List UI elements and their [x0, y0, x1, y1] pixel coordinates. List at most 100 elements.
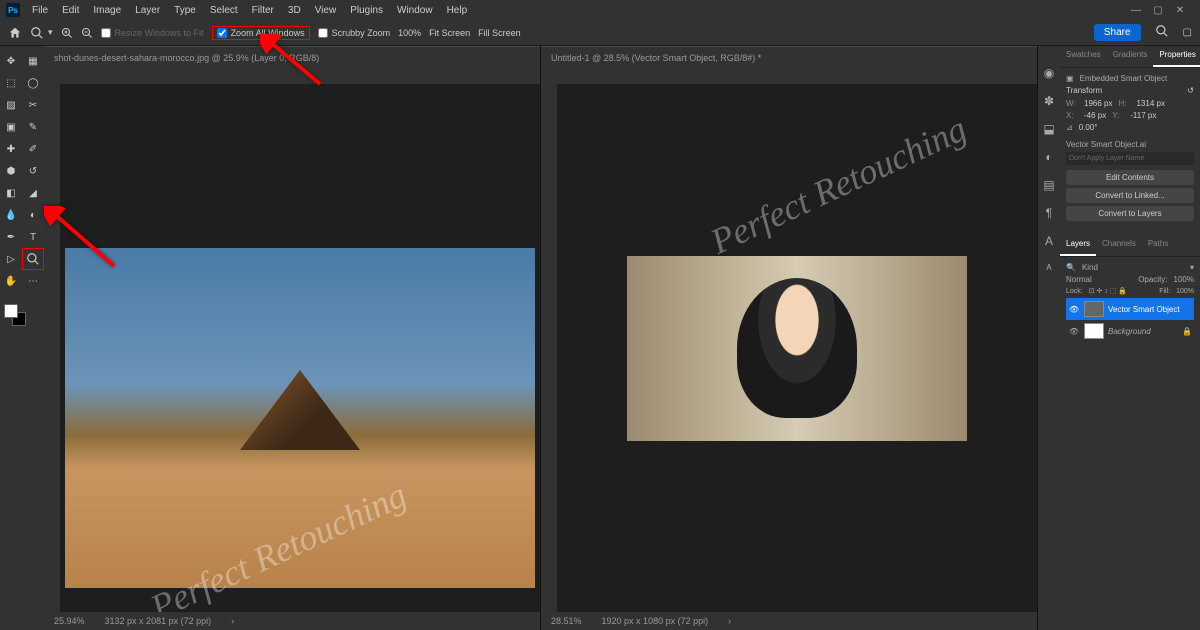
history-panel-icon[interactable]: ⬓ — [1043, 122, 1054, 136]
zoom-tool-indicator[interactable]: ▾ — [30, 26, 53, 40]
menu-view[interactable]: View — [309, 3, 343, 18]
width-value[interactable]: 1966 px — [1084, 99, 1112, 108]
document-tab-right[interactable]: Untitled-1 @ 28.5% (Vector Smart Object,… — [541, 46, 1037, 68]
healing-tool[interactable]: ✚ — [0, 138, 22, 160]
scrubby-zoom-checkbox[interactable]: Scrubby Zoom — [318, 28, 391, 38]
eraser-tool[interactable]: ◧ — [0, 182, 22, 204]
lock-icons[interactable]: ⊡ ✢ ↕ ⬚ 🔒 — [1089, 287, 1127, 295]
menu-select[interactable]: Select — [204, 3, 244, 18]
visibility-icon[interactable]: 👁 — [1068, 327, 1080, 336]
color-panel-icon[interactable]: ◉ — [1044, 66, 1054, 80]
selection-tool[interactable]: ▨ — [0, 94, 22, 116]
angle-value[interactable]: 0.00° — [1079, 123, 1098, 132]
hand-tool[interactable]: ✋ — [0, 270, 22, 292]
filter-icon[interactable]: 🔍 — [1066, 263, 1076, 272]
tab-properties[interactable]: Properties — [1153, 46, 1200, 67]
tab-paths[interactable]: Paths — [1142, 235, 1174, 256]
search-icon[interactable] — [1155, 24, 1169, 41]
convert-layers-button[interactable]: Convert to Layers — [1066, 206, 1194, 221]
lasso-tool[interactable]: ◯ — [22, 72, 44, 94]
maximize-icon[interactable]: ▢ — [1152, 4, 1164, 16]
blend-mode[interactable]: Normal — [1066, 275, 1092, 284]
menu-3d[interactable]: 3D — [282, 3, 307, 18]
menu-image[interactable]: Image — [87, 3, 127, 18]
canvas-right[interactable]: Perfect Retouching — [557, 84, 1037, 612]
character-panel-icon[interactable]: A — [1045, 234, 1053, 248]
layer-name[interactable]: Background — [1108, 327, 1151, 336]
zoom-out-icon[interactable] — [81, 27, 93, 39]
layer-thumbnail[interactable] — [1084, 301, 1104, 317]
pen-tool[interactable]: ✒ — [0, 226, 22, 248]
reset-icon[interactable]: ↺ — [1187, 86, 1194, 95]
close-icon[interactable]: ✕ — [1174, 4, 1186, 16]
ruler-horizontal[interactable] — [44, 68, 540, 84]
zoom-100-button[interactable]: 100% — [398, 28, 421, 38]
crop-tool[interactable]: ✂ — [22, 94, 44, 116]
paragraph-panel-icon[interactable]: ¶ — [1046, 206, 1052, 220]
menu-file[interactable]: File — [26, 3, 54, 18]
color-swatches[interactable] — [0, 300, 44, 330]
zoom-level[interactable]: 28.51% — [551, 616, 582, 626]
glyphs-panel-icon[interactable]: ᴬ — [1046, 262, 1051, 276]
menu-type[interactable]: Type — [168, 3, 202, 18]
opacity-value[interactable]: 100% — [1174, 275, 1194, 284]
libraries-panel-icon[interactable]: ▤ — [1043, 178, 1054, 192]
layer-item-smart-object[interactable]: 👁 Vector Smart Object — [1066, 298, 1194, 320]
marquee-tool[interactable]: ⬚ — [0, 72, 22, 94]
zoom-all-windows-checkbox[interactable]: Zoom All Windows — [212, 26, 310, 40]
eyedropper-tool[interactable]: ✎ — [22, 116, 44, 138]
x-value[interactable]: -46 px — [1084, 111, 1106, 120]
menu-plugins[interactable]: Plugins — [344, 3, 389, 18]
menu-edit[interactable]: Edit — [56, 3, 85, 18]
kind-filter[interactable]: Kind — [1082, 263, 1098, 272]
menu-help[interactable]: Help — [441, 3, 474, 18]
menu-window[interactable]: Window — [391, 3, 439, 18]
y-value[interactable]: -117 px — [1130, 111, 1156, 120]
stamp-tool[interactable]: ⬢ — [0, 160, 22, 182]
zoom-in-icon[interactable] — [61, 27, 73, 39]
status-chevron-icon[interactable]: › — [728, 616, 731, 626]
ruler-vertical[interactable] — [541, 84, 557, 612]
canvas-left[interactable]: Perfect Retouching — [60, 84, 540, 612]
visibility-icon[interactable]: 👁 — [1068, 305, 1080, 314]
path-tool[interactable]: ▷ — [0, 248, 22, 270]
document-tab-left[interactable]: shot-dunes-desert-sahara-morocco.jpg @ 2… — [44, 46, 540, 68]
gradient-tool[interactable]: ◢ — [22, 182, 44, 204]
tab-layers[interactable]: Layers — [1060, 235, 1096, 256]
home-icon[interactable] — [8, 26, 22, 40]
frame-tool[interactable]: ▣ — [0, 116, 22, 138]
menu-layer[interactable]: Layer — [129, 3, 166, 18]
tab-gradients[interactable]: Gradients — [1107, 46, 1154, 67]
share-button[interactable]: Share — [1094, 24, 1141, 41]
brushes-panel-icon[interactable]: ✽ — [1044, 94, 1054, 108]
menu-filter[interactable]: Filter — [246, 3, 280, 18]
tab-swatches[interactable]: Swatches — [1060, 46, 1107, 67]
edit-contents-button[interactable]: Edit Contents — [1066, 170, 1194, 185]
brush-tool[interactable]: ✐ — [22, 138, 44, 160]
height-value[interactable]: 1314 px — [1136, 99, 1164, 108]
layer-thumbnail[interactable] — [1084, 323, 1104, 339]
type-tool[interactable]: T — [22, 226, 44, 248]
adjustments-panel-icon[interactable]: ◐ — [1045, 150, 1052, 164]
resize-windows-checkbox[interactable]: Resize Windows to Fit — [101, 28, 204, 38]
move-tool[interactable]: ✥ — [0, 50, 22, 72]
convert-linked-button[interactable]: Convert to Linked... — [1066, 188, 1194, 203]
history-brush-tool[interactable]: ↺ — [22, 160, 44, 182]
more-tools[interactable]: ⋯ — [22, 270, 44, 292]
layer-item-background[interactable]: 👁 Background 🔒 — [1066, 320, 1194, 342]
fit-screen-button[interactable]: Fit Screen — [429, 28, 470, 38]
zoom-level[interactable]: 25.94% — [54, 616, 85, 626]
layer-name[interactable]: Vector Smart Object — [1108, 305, 1180, 314]
dodge-tool[interactable]: ◐ — [22, 204, 44, 226]
ruler-horizontal[interactable] — [541, 68, 1037, 84]
zoom-tool[interactable] — [22, 248, 44, 270]
tab-channels[interactable]: Channels — [1096, 235, 1142, 256]
fill-screen-button[interactable]: Fill Screen — [478, 28, 521, 38]
ruler-vertical[interactable] — [44, 84, 60, 612]
workspace-icon[interactable]: ▢ — [1183, 27, 1192, 38]
artboard-tool[interactable]: ▦ — [22, 50, 44, 72]
foreground-color[interactable] — [4, 304, 18, 318]
blur-tool[interactable]: 💧 — [0, 204, 22, 226]
status-chevron-icon[interactable]: › — [231, 616, 234, 626]
fill-value[interactable]: 100% — [1176, 288, 1194, 295]
